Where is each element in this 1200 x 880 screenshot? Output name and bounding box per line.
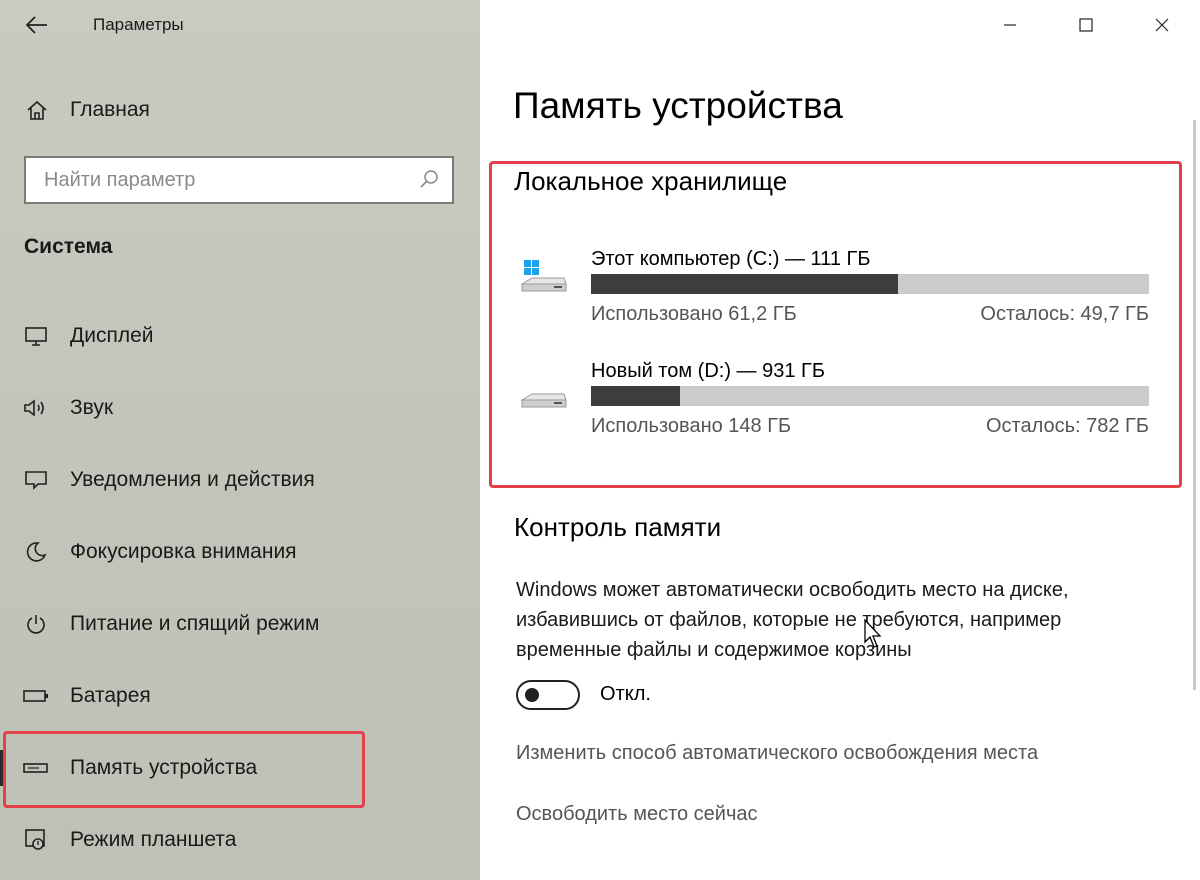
sidebar-item-label: Режим планшета — [70, 828, 237, 851]
sidebar-item-tablet-mode[interactable]: Режим планшета — [0, 804, 480, 876]
close-icon — [1155, 18, 1169, 32]
usage-bar-fill — [591, 386, 680, 406]
notification-icon — [22, 466, 50, 494]
drive-name: Новый том (D:) — 931 ГБ — [591, 360, 825, 382]
monitor-icon — [22, 322, 50, 350]
drive-d[interactable]: Новый том (D:) — 931 ГБ Использовано 148… — [520, 360, 1160, 450]
maximize-icon — [1079, 18, 1093, 32]
maximize-button[interactable] — [1048, 0, 1124, 50]
annotation-highlight-sidebar — [3, 731, 365, 808]
mouse-cursor-icon — [864, 618, 882, 648]
battery-icon — [22, 682, 50, 710]
sidebar-item-label: Дисплей — [70, 324, 154, 347]
home-icon — [22, 95, 52, 125]
sidebar-item-label: Уведомления и действия — [70, 468, 315, 491]
usage-bar — [591, 386, 1149, 406]
section-label: Система — [24, 235, 113, 258]
minimize-button[interactable] — [972, 0, 1048, 50]
sidebar-item-label: Фокусировка внимания — [70, 540, 297, 563]
sidebar-item-focus-assist[interactable]: Фокусировка внимания — [0, 516, 480, 588]
speaker-icon — [22, 394, 50, 422]
sidebar: Параметры Главная Система Дисплей — [0, 0, 480, 880]
used-space: Использовано 61,2 ГБ — [591, 303, 797, 325]
toggle-state-label: Откл. — [600, 683, 651, 705]
sidebar-item-label: Питание и спящий режим — [70, 612, 320, 635]
storage-sense-toggle[interactable] — [516, 680, 580, 710]
change-auto-free-link[interactable]: Изменить способ автоматического освобожд… — [516, 742, 1038, 765]
storage-sense-heading: Контроль памяти — [514, 512, 722, 542]
free-space-now-link[interactable]: Освободить место сейчас — [516, 803, 758, 826]
minimize-icon — [1004, 24, 1016, 26]
sidebar-item-sound[interactable]: Звук — [0, 372, 480, 444]
sidebar-item-label: Батарея — [70, 684, 151, 707]
storage-sense-description: Windows может автоматически освободить м… — [516, 579, 1069, 661]
main-content: Память устройства Локальное хранилище Эт… — [480, 0, 1200, 880]
usage-bar-fill — [591, 274, 899, 294]
search-box — [24, 156, 454, 204]
sidebar-item-display[interactable]: Дисплей — [0, 300, 480, 372]
sidebar-item-notifications[interactable]: Уведомления и действия — [0, 444, 480, 516]
sidebar-item-battery[interactable]: Батарея — [0, 660, 480, 732]
tablet-mode-icon — [22, 826, 50, 854]
drive-icon — [520, 370, 570, 410]
sidebar-item-label: Главная — [70, 98, 150, 121]
scrollbar[interactable] — [1193, 120, 1196, 690]
local-storage-heading: Локальное хранилище — [514, 166, 788, 196]
page-title: Память устройства — [513, 85, 843, 126]
used-space: Использовано 148 ГБ — [591, 415, 792, 437]
back-button[interactable] — [22, 10, 52, 40]
windows-drive-icon — [520, 258, 570, 298]
moon-icon — [22, 538, 50, 566]
free-space: Осталось: 782 ГБ — [985, 415, 1149, 437]
drive-c[interactable]: Этот компьютер (C:) — 111 ГБ Использован… — [520, 248, 1160, 338]
sidebar-item-power-sleep[interactable]: Питание и спящий режим — [0, 588, 480, 660]
power-icon — [22, 610, 50, 638]
usage-bar — [591, 274, 1149, 294]
search-icon[interactable] — [418, 168, 442, 192]
toggle-knob — [525, 688, 539, 702]
sidebar-item-label: Звук — [70, 396, 114, 419]
titlebar-left: Параметры — [0, 0, 480, 52]
app-title: Параметры — [93, 15, 184, 34]
window-controls — [972, 0, 1200, 52]
sidebar-item-home[interactable]: Главная — [22, 90, 462, 130]
search-input[interactable] — [42, 167, 406, 193]
back-arrow-icon — [26, 16, 47, 34]
free-space: Осталось: 49,7 ГБ — [980, 303, 1149, 325]
drive-name: Этот компьютер (C:) — 111 ГБ — [591, 248, 871, 270]
close-button[interactable] — [1124, 0, 1200, 50]
